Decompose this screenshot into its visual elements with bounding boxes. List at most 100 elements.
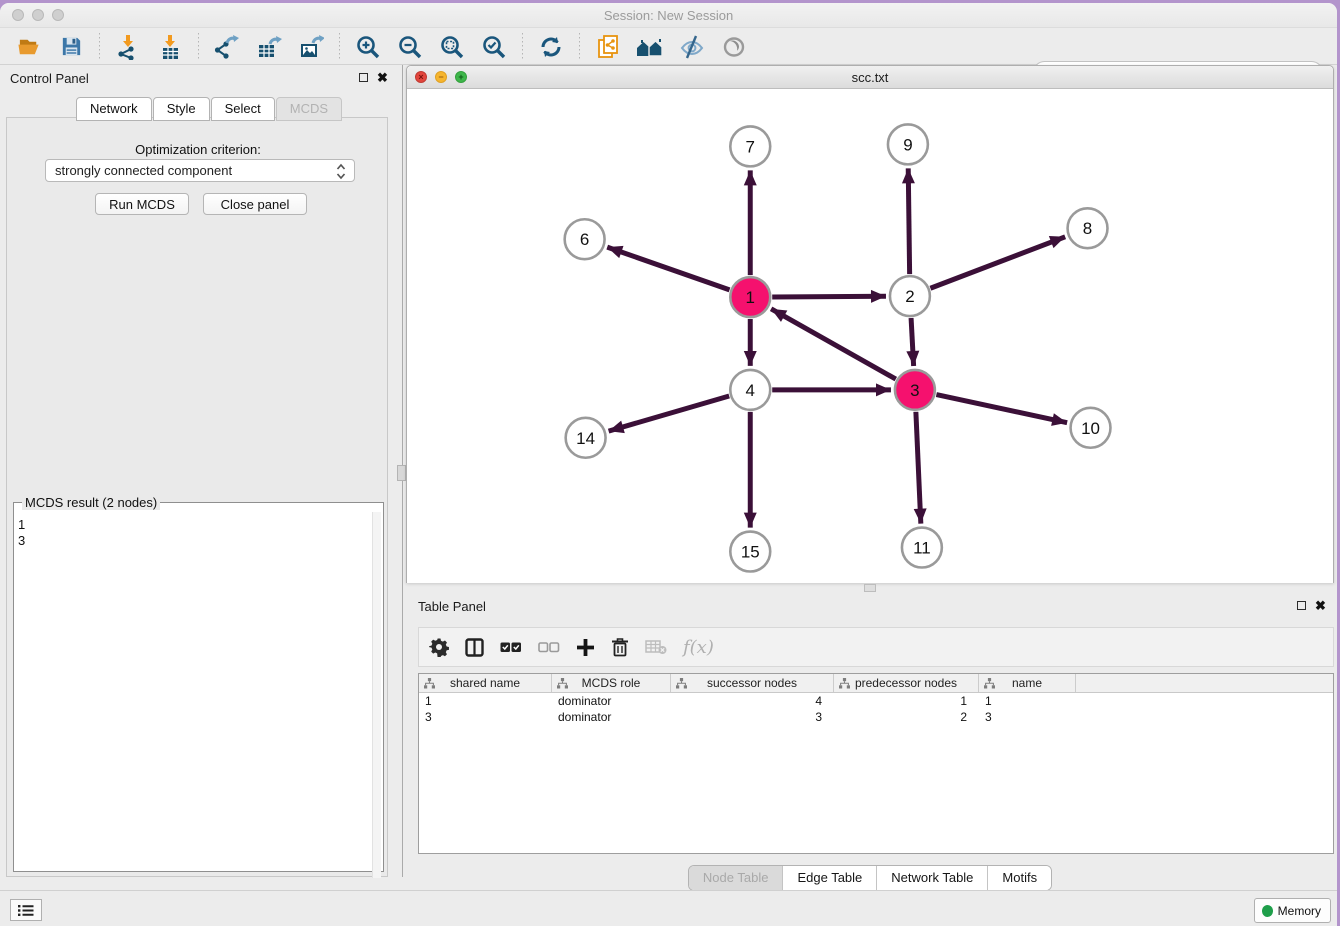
attribute-type-icon: [839, 678, 850, 689]
table-row[interactable]: 3dominator323: [419, 709, 1333, 725]
memory-button[interactable]: Memory: [1254, 898, 1331, 923]
optimization-dropdown[interactable]: strongly connected component: [45, 159, 355, 182]
network-window-titlebar[interactable]: × − + scc.txt: [407, 66, 1333, 89]
graph-node-label-3: 3: [910, 381, 919, 400]
delete-table-icon: [645, 633, 667, 661]
main-titlebar: Session: New Session: [0, 3, 1337, 28]
table-cell: 3: [419, 709, 552, 725]
arrowhead-4-3: [876, 383, 891, 396]
open-session-icon[interactable]: [14, 32, 44, 62]
add-row-icon[interactable]: [576, 633, 595, 661]
arrowhead-1-2: [871, 290, 886, 303]
column-header-name[interactable]: name: [979, 674, 1076, 692]
tab-select[interactable]: Select: [211, 97, 275, 121]
graph-node-label-14: 14: [576, 429, 595, 448]
edge-3-10[interactable]: [936, 395, 1067, 423]
toolbar-separator: [99, 33, 100, 61]
edge-3-1[interactable]: [771, 309, 896, 379]
edge-2-8[interactable]: [930, 237, 1065, 288]
vertical-splitter-handle[interactable]: [397, 465, 406, 481]
table-cell: 3: [979, 709, 1076, 725]
graph-node-label-9: 9: [903, 135, 912, 154]
import-table-icon[interactable]: [155, 32, 185, 62]
toolbar-separator: [339, 33, 340, 61]
console-button[interactable]: [10, 899, 42, 921]
table-cell: dominator: [552, 709, 671, 725]
table-body: 1dominator4113dominator323: [419, 693, 1333, 725]
table-settings-gear-icon[interactable]: [429, 633, 449, 661]
refresh-icon[interactable]: [536, 32, 566, 62]
edge-2-9[interactable]: [908, 168, 909, 274]
result-scrollbar[interactable]: [372, 512, 381, 878]
column-header-MCDS-role[interactable]: MCDS role: [552, 674, 671, 692]
arrowhead-1-4: [744, 351, 757, 366]
column-label: shared name: [450, 676, 520, 690]
network-graph[interactable]: 7968124314101511: [407, 89, 1333, 583]
tab-node-table[interactable]: Node Table: [689, 866, 783, 890]
table-cell: 1: [979, 693, 1076, 709]
table-tabs-container: Node TableEdge TableNetwork TableMotifs: [406, 865, 1334, 891]
toolbar-separator: [522, 33, 523, 61]
table-toolbar: f(x): [418, 627, 1334, 667]
column-header-successor-nodes[interactable]: successor nodes: [671, 674, 834, 692]
table-row[interactable]: 1dominator411: [419, 693, 1333, 709]
tab-network-table[interactable]: Network Table: [876, 866, 987, 890]
import-network-icon[interactable]: [113, 32, 143, 62]
column-header-predecessor-nodes[interactable]: predecessor nodes: [834, 674, 979, 692]
tab-edge-table[interactable]: Edge Table: [782, 866, 876, 890]
run-mcds-button[interactable]: Run MCDS: [95, 193, 189, 215]
tab-style[interactable]: Style: [153, 97, 210, 121]
float-table-panel-icon[interactable]: [1297, 601, 1306, 610]
column-label: predecessor nodes: [855, 676, 957, 690]
table-panel-buttons: ✖: [1297, 601, 1326, 610]
export-table-icon[interactable]: [254, 32, 284, 62]
app-window: Session: New Session: [0, 3, 1337, 926]
tab-mcds[interactable]: MCDS: [276, 97, 342, 121]
column-header-shared-name[interactable]: shared name: [419, 674, 552, 692]
zoom-fit-icon[interactable]: [437, 32, 467, 62]
table-cell: dominator: [552, 693, 671, 709]
control-panel-buttons: ✖: [359, 73, 388, 82]
edge-1-2[interactable]: [772, 296, 886, 297]
memory-label: Memory: [1278, 904, 1321, 918]
column-label: MCDS role: [582, 676, 641, 690]
hide-graphics-icon[interactable]: [677, 32, 707, 62]
graph-node-label-2: 2: [905, 287, 914, 306]
toolbar-separator: [579, 33, 580, 61]
select-all-icon[interactable]: [500, 633, 522, 661]
table-cell: 1: [419, 693, 552, 709]
chevron-updown-icon: [335, 163, 347, 183]
close-panel-icon[interactable]: ✖: [377, 73, 388, 82]
show-column-icon[interactable]: [465, 633, 484, 661]
graph-node-label-4: 4: [746, 381, 755, 400]
horizontal-splitter-handle[interactable]: [864, 584, 876, 592]
mcds-result-group: 13 MCDS result (2 nodes): [13, 495, 384, 872]
deselect-all-icon[interactable]: [538, 633, 560, 661]
mcds-result-box: 13: [13, 502, 384, 872]
tab-network[interactable]: Network: [76, 97, 152, 121]
attribute-type-icon: [984, 678, 995, 689]
houses-icon[interactable]: [635, 32, 665, 62]
duplicate-network-icon[interactable]: [593, 32, 623, 62]
export-network-icon[interactable]: [212, 32, 242, 62]
graph-node-label-6: 6: [580, 230, 589, 249]
close-panel-button[interactable]: Close panel: [203, 193, 307, 215]
export-image-icon[interactable]: [296, 32, 326, 62]
edge-1-6[interactable]: [607, 247, 729, 290]
arrowhead-1-7: [744, 170, 757, 185]
attribute-type-icon: [557, 678, 568, 689]
delete-row-icon[interactable]: [611, 633, 629, 661]
float-panel-icon[interactable]: [359, 73, 368, 82]
preview-icon[interactable]: [719, 32, 749, 62]
column-label: successor nodes: [707, 676, 797, 690]
tab-motifs[interactable]: Motifs: [987, 866, 1051, 890]
close-table-panel-icon[interactable]: ✖: [1315, 601, 1326, 610]
zoom-selected-icon[interactable]: [479, 32, 509, 62]
network-canvas[interactable]: 7968124314101511: [407, 89, 1333, 583]
save-session-icon[interactable]: [56, 32, 86, 62]
zoom-out-icon[interactable]: [395, 32, 425, 62]
zoom-in-icon[interactable]: [353, 32, 383, 62]
graph-node-label-1: 1: [746, 288, 755, 307]
edge-4-14[interactable]: [609, 396, 730, 431]
edge-3-11[interactable]: [916, 412, 921, 524]
